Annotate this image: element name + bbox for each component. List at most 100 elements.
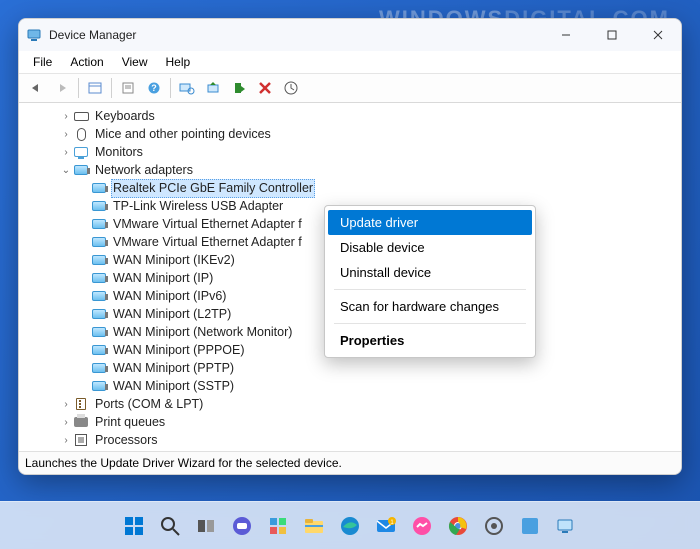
mail-icon[interactable]: 1 — [371, 511, 401, 541]
tree-row[interactable]: › Monitors — [31, 143, 681, 161]
update-driver-button[interactable] — [201, 76, 225, 100]
task-view-icon[interactable] — [191, 511, 221, 541]
tree-item-label: WAN Miniport (PPPOE) — [111, 342, 247, 359]
context-menu-item[interactable]: Scan for hardware changes — [328, 294, 532, 319]
uninstall-device-button[interactable] — [279, 76, 303, 100]
tree-item-label: VMware Virtual Ethernet Adapter f — [111, 216, 304, 233]
start-icon[interactable] — [119, 511, 149, 541]
monitor-icon — [73, 144, 89, 160]
scan-hardware-button[interactable] — [175, 76, 199, 100]
tree-row[interactable]: › Processors — [31, 431, 681, 449]
tree-row[interactable]: Realtek PCIe GbE Family Controller — [31, 179, 681, 197]
tree-item-label: Network adapters — [93, 162, 195, 179]
settings-icon[interactable] — [479, 511, 509, 541]
context-menu-separator — [334, 323, 526, 324]
mouse-icon — [73, 126, 89, 142]
expander-icon[interactable]: › — [59, 417, 73, 428]
tree-item-label: Ports (COM & LPT) — [93, 396, 205, 413]
show-hidden-button[interactable] — [83, 76, 107, 100]
taskbar[interactable]: 1 — [0, 501, 700, 549]
menu-action[interactable]: Action — [62, 53, 111, 71]
menu-file[interactable]: File — [25, 53, 60, 71]
chrome-icon[interactable] — [443, 511, 473, 541]
tree-item-label: Print queues — [93, 414, 167, 431]
tree-item-label: Monitors — [93, 144, 145, 161]
forward-button[interactable] — [50, 76, 74, 100]
disable-device-button[interactable] — [253, 76, 277, 100]
network-adapter-icon — [91, 324, 107, 340]
keyboard-icon — [73, 108, 89, 124]
svg-text:?: ? — [151, 83, 157, 93]
close-button[interactable] — [635, 19, 681, 51]
network-adapter-icon — [91, 288, 107, 304]
menu-help[interactable]: Help — [158, 53, 199, 71]
widgets-icon[interactable] — [263, 511, 293, 541]
tree-row[interactable]: WAN Miniport (PPTP) — [31, 359, 681, 377]
tree-item-label: Processors — [93, 432, 160, 449]
toolbar-sep — [111, 78, 112, 98]
status-bar: Launches the Update Driver Wizard for th… — [19, 452, 681, 474]
tree-item-label: WAN Miniport (IPv6) — [111, 288, 228, 305]
network-adapter-icon — [91, 216, 107, 232]
help-button[interactable]: ? — [142, 76, 166, 100]
context-menu-item[interactable]: Properties — [328, 328, 532, 353]
tree-item-label: Realtek PCIe GbE Family Controller — [111, 179, 315, 198]
context-menu-separator — [334, 289, 526, 290]
network-adapter-icon — [91, 198, 107, 214]
edge-icon[interactable] — [335, 511, 365, 541]
network-adapter-icon — [91, 180, 107, 196]
toolbar-sep — [170, 78, 171, 98]
expander-icon[interactable]: › — [59, 435, 73, 446]
menubar: File Action View Help — [19, 51, 681, 73]
expander-icon[interactable]: › — [59, 399, 73, 410]
tree-row[interactable]: › Mice and other pointing devices — [31, 125, 681, 143]
tree-item-label: WAN Miniport (PPTP) — [111, 360, 236, 377]
device-manager-icon[interactable] — [551, 511, 581, 541]
titlebar[interactable]: Device Manager — [19, 19, 681, 51]
search-icon[interactable] — [155, 511, 185, 541]
tree-item-label: WAN Miniport (IKEv2) — [111, 252, 237, 269]
chat-icon[interactable] — [227, 511, 257, 541]
tree-item-label: Keyboards — [93, 108, 157, 125]
properties-button[interactable] — [116, 76, 140, 100]
tree-item-label: WAN Miniport (Network Monitor) — [111, 324, 294, 341]
context-menu-item[interactable]: Disable device — [328, 235, 532, 260]
expander-icon[interactable]: ⌄ — [59, 165, 73, 176]
device-manager-window: Device Manager File Action View Help ? ›… — [18, 18, 682, 475]
network-adapter-icon — [91, 378, 107, 394]
tree-row[interactable]: ⌄ Network adapters — [31, 161, 681, 179]
window-controls — [543, 19, 681, 51]
network-adapter-icon — [91, 306, 107, 322]
expander-icon[interactable]: › — [59, 147, 73, 158]
maximize-button[interactable] — [589, 19, 635, 51]
context-menu-item[interactable]: Update driver — [328, 210, 532, 235]
expander-icon[interactable]: › — [59, 129, 73, 140]
tree-item-label: Mice and other pointing devices — [93, 126, 273, 143]
file-explorer-icon[interactable] — [299, 511, 329, 541]
tree-row[interactable]: WAN Miniport (SSTP) — [31, 377, 681, 395]
window-title: Device Manager — [49, 28, 543, 42]
tree-item-label: VMware Virtual Ethernet Adapter f — [111, 234, 304, 251]
enable-device-button[interactable] — [227, 76, 251, 100]
toolbar-sep — [78, 78, 79, 98]
menu-view[interactable]: View — [114, 53, 156, 71]
tree-row[interactable]: › Ports (COM & LPT) — [31, 395, 681, 413]
network-adapter-icon — [91, 234, 107, 250]
network-adapter-icon — [91, 360, 107, 376]
app-icon[interactable] — [515, 511, 545, 541]
context-menu-item[interactable]: Uninstall device — [328, 260, 532, 285]
expander-icon[interactable]: › — [59, 111, 73, 122]
app-icon — [27, 27, 43, 43]
back-button[interactable] — [24, 76, 48, 100]
tree-item-label: TP-Link Wireless USB Adapter — [111, 198, 285, 215]
tree-item-label: WAN Miniport (IP) — [111, 270, 215, 287]
tree-row[interactable]: › Print queues — [31, 413, 681, 431]
cpu-icon — [73, 432, 89, 448]
network-adapter-icon — [91, 270, 107, 286]
messenger-icon[interactable] — [407, 511, 437, 541]
printer-icon — [73, 414, 89, 430]
tree-row[interactable]: › Keyboards — [31, 107, 681, 125]
tree-item-label: WAN Miniport (SSTP) — [111, 378, 236, 395]
minimize-button[interactable] — [543, 19, 589, 51]
context-menu: Update driverDisable deviceUninstall dev… — [324, 205, 536, 358]
